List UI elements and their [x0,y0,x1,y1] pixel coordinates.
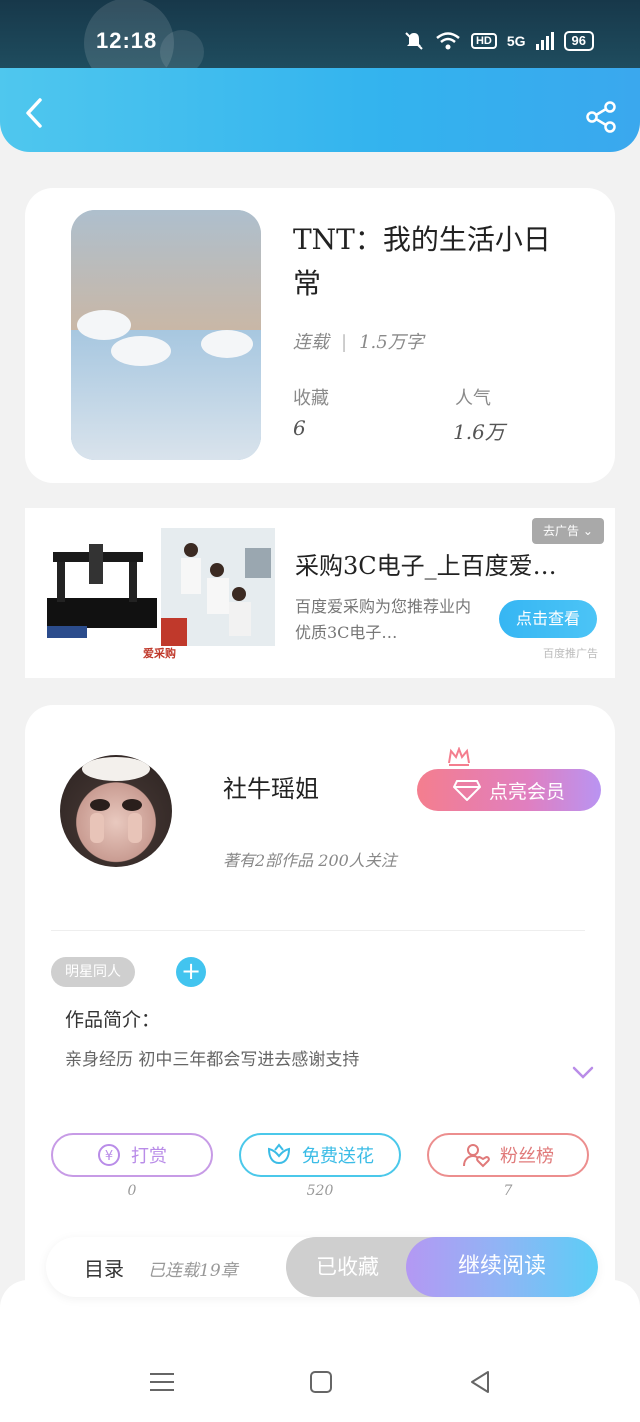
wifi-icon [436,32,460,50]
back-triangle-icon[interactable] [464,1366,496,1398]
status-time: 12:18 [96,28,158,53]
send-flower-label: 免费送花 [302,1146,374,1167]
status-icons: HD 5G 96 [403,30,594,52]
book-info-card: TNT：我的生活小日常 连载 | 1.5万字 收藏 6 人气 1.6万 [25,188,615,483]
ad-brand-label: 爱采购 [143,647,176,660]
fan-ranking-button[interactable]: 粉丝榜 [427,1133,589,1177]
chevron-down-icon: ⌄ [582,524,593,538]
header-bar [0,68,640,152]
vip-button-label: 点亮会员 [488,780,565,803]
add-tag-icon[interactable]: + [176,957,206,987]
ad-banner[interactable]: 爱采购 采购3C电子_上百度爱… 百度爱采购为您推荐业内优质3C电子… 去广告 … [25,508,615,678]
reward-count: 0 [127,1183,137,1199]
intro-text: 亲身经历 初中三年都会写进去感谢支持 [65,1050,360,1070]
genre-tag[interactable]: 明星同人 [51,957,135,987]
stat-label-popularity: 人气 [455,388,491,409]
book-cover-image[interactable] [71,210,261,460]
fan-ranking-label: 粉丝榜 [500,1146,554,1167]
book-status: 连载 [293,332,329,353]
ad-lab-photo [161,528,275,646]
cover-cloud-decoration [111,336,171,366]
section-divider [51,930,585,931]
vip-button[interactable]: 点亮会员 [417,769,601,811]
continue-reading-button[interactable]: 继续阅读 [406,1237,598,1297]
home-square-icon[interactable] [305,1366,337,1398]
reward-label: 打赏 [131,1146,167,1167]
reading-action-bar: 目录 已连载19章 已收藏 继续阅读 [46,1237,598,1297]
mute-icon [405,32,423,50]
fan-count: 7 [503,1183,513,1199]
menu-icon[interactable] [146,1366,178,1398]
yen-icon: ¥ [98,1144,120,1166]
author-avatar[interactable] [60,755,172,867]
avatar-image [82,757,150,843]
toc-button[interactable]: 目录 [84,1253,124,1282]
network-label: 5G [506,33,526,49]
remove-ad-label: 去广告 [543,524,580,538]
ad-description: 百度爱采购为您推荐业内优质3C电子… [295,597,472,642]
stat-value-popularity: 1.6万 [453,420,505,444]
flower-icon [267,1143,291,1165]
author-name: 社牛瑶姐 [223,775,319,803]
ad-title: 采购3C电子_上百度爱… [295,552,557,580]
hd-badge: HD [470,33,497,49]
book-title: TNT：我的生活小日常 [293,223,551,300]
stat-label-favorites: 收藏 [293,388,329,409]
chevron-down-icon[interactable] [571,1065,595,1081]
cover-cloud-decoration [201,330,253,358]
stat-value-favorites: 6 [293,416,306,440]
share-icon[interactable] [584,100,618,134]
book-word-count: 1.5万字 [359,332,424,353]
reward-button[interactable]: ¥ 打赏 [51,1133,213,1177]
diamond-icon [452,780,481,801]
status-bar: 12:18 HD 5G 96 [0,0,640,88]
ad-product-image [47,544,157,638]
system-nav-bar [0,1352,640,1412]
ad-view-button[interactable]: 点击查看 [499,600,597,638]
remove-ad-button[interactable]: 去广告 ⌄ [532,518,604,544]
book-meta: 连载 | 1.5万字 [293,332,424,353]
signal-icon [535,32,554,50]
intro-label: 作品简介： [65,1009,161,1031]
flower-count: 520 [306,1183,334,1199]
author-subtitle: 著有2部作品 200人关注 [223,851,397,870]
svg-text:¥: ¥ [105,1149,113,1164]
fan-icon [463,1144,490,1168]
ad-source-label: 百度推广告 [543,647,598,660]
chevron-left-icon[interactable] [18,96,52,130]
battery-indicator: 96 [563,31,594,51]
cover-cloud-decoration [77,310,131,340]
crown-icon [448,747,470,766]
send-flower-button[interactable]: 免费送花 [239,1133,401,1177]
toc-status: 已连载19章 [148,1261,238,1281]
